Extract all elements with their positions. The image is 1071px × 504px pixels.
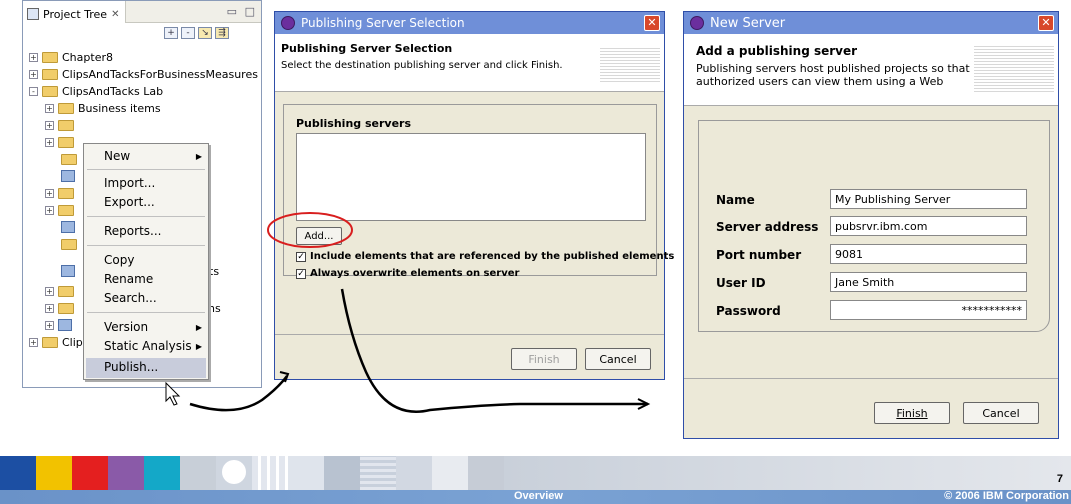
banner-block <box>468 456 504 490</box>
banner-block <box>0 456 36 490</box>
banner-block <box>72 456 108 490</box>
banner-block <box>504 456 1071 490</box>
banner-block <box>108 456 144 490</box>
footer-banner: 7 Overview © 2006 IBM Corporation <box>0 456 1071 504</box>
flow-arrow-1 <box>189 375 288 412</box>
banner-block <box>252 456 288 490</box>
highlight-circle <box>267 212 353 248</box>
annotation-overlay <box>165 212 651 413</box>
slide: Project Tree ✕ ▭ □ + - ↘ ⇶ + Chapter8 + … <box>0 0 1071 504</box>
banner-block <box>396 456 432 490</box>
flow-arrow-2 <box>340 288 648 413</box>
banner-block <box>144 456 180 490</box>
banner-block <box>324 456 360 490</box>
footer-bar: Overview © 2006 IBM Corporation <box>0 490 1071 504</box>
banner-block <box>360 456 396 490</box>
banner-block <box>288 456 324 490</box>
banner-block <box>216 456 252 490</box>
banner-block <box>180 456 216 490</box>
page-number: 7 <box>1056 473 1063 485</box>
banner-block <box>432 456 468 490</box>
copyright: © 2006 IBM Corporation <box>944 490 1069 502</box>
banner-block <box>36 456 72 490</box>
mouse-cursor-icon <box>165 381 181 406</box>
section-label: Overview <box>514 490 563 502</box>
